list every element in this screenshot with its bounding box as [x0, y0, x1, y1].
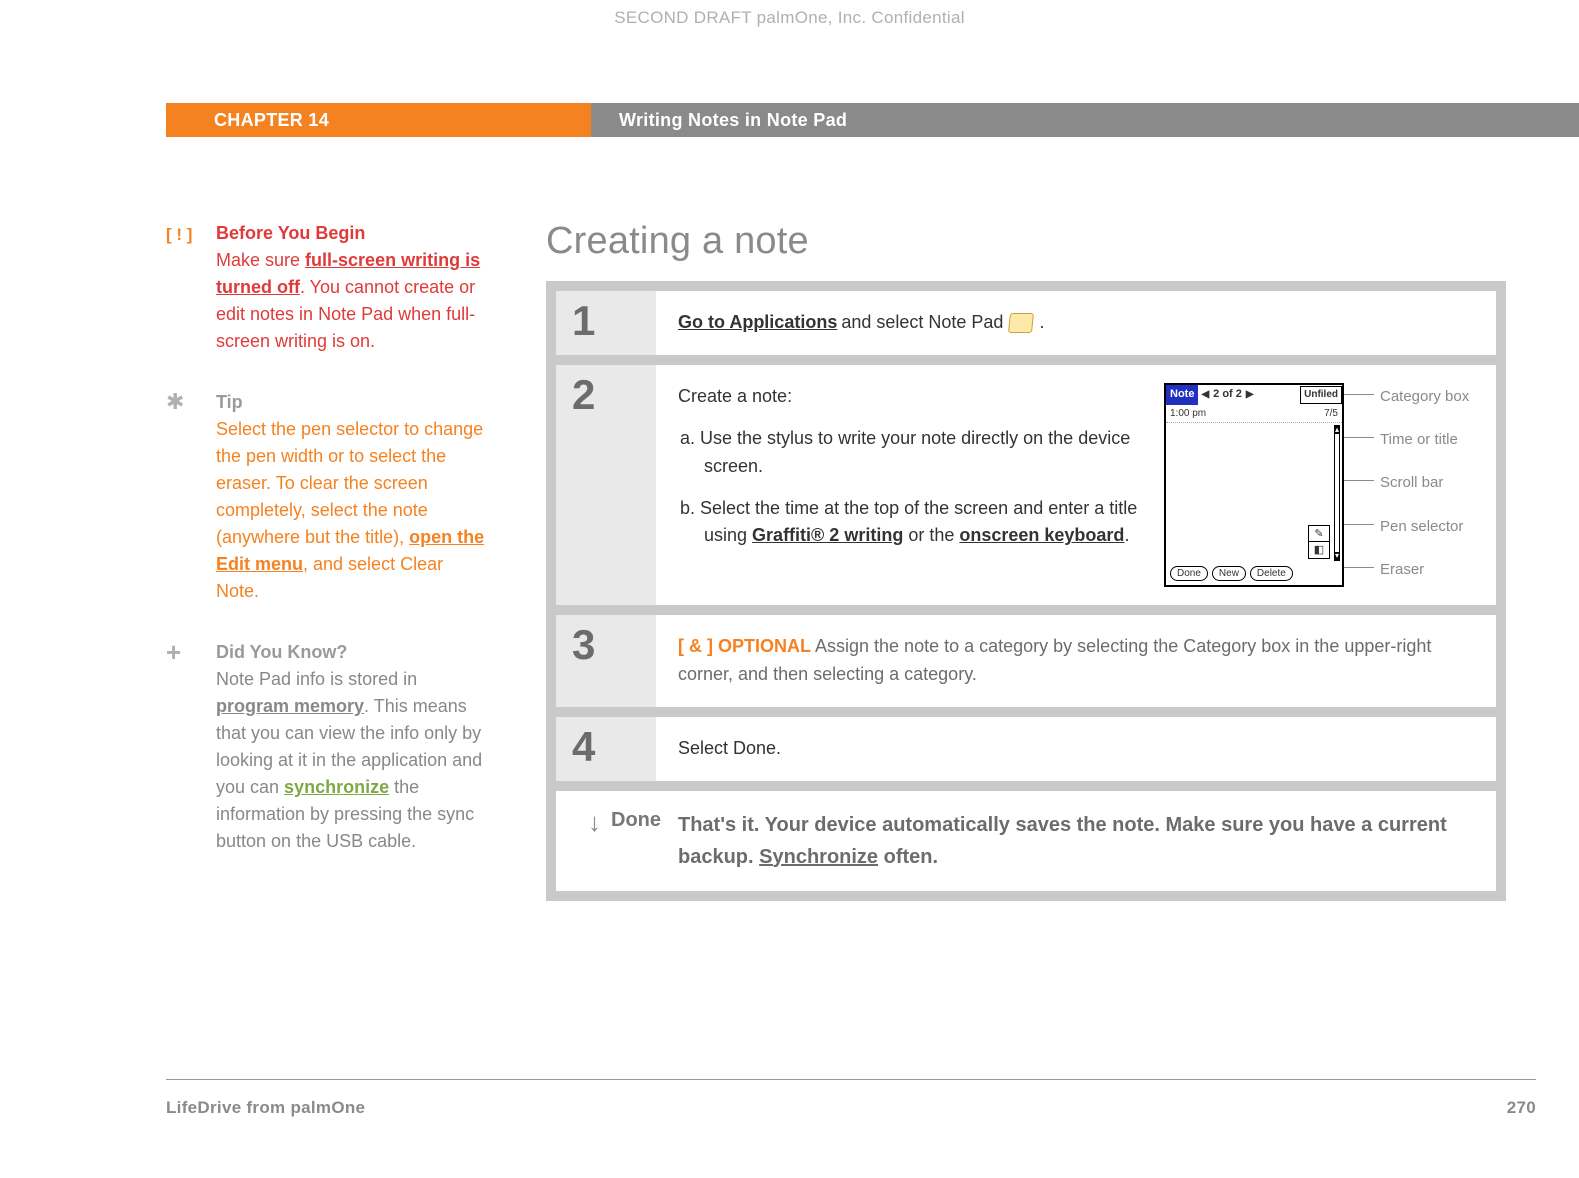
callout-category-box: Category box: [1358, 385, 1474, 408]
step1-text-a: and select Note Pad: [841, 309, 1003, 337]
alert-icon: [ ! ]: [166, 220, 216, 355]
dyk-title: Did You Know?: [216, 642, 347, 662]
step2-b-end: .: [1124, 525, 1129, 545]
device-prev-arrow-icon: ◀: [1201, 387, 1209, 403]
device-callouts: Category box Time or title Scroll bar Pe…: [1358, 383, 1474, 587]
done-label: Done: [611, 809, 661, 832]
chapter-title: Writing Notes in Note Pad: [591, 103, 1579, 137]
device-date: 7/5: [1324, 406, 1338, 422]
notepad-app-icon: [1008, 313, 1034, 333]
device-tool-palette: ✎ ◧: [1308, 525, 1330, 559]
page-footer: LifeDrive from palmOne 270: [166, 1098, 1536, 1118]
done-arrow-icon: ↓: [588, 809, 601, 835]
callout-eraser: Eraser: [1358, 558, 1474, 581]
link-go-to-applications[interactable]: Go to Applications: [678, 309, 837, 337]
step-number: 1: [556, 291, 656, 355]
before-you-begin-block: [ ! ] Before You Begin Make sure full-sc…: [166, 220, 491, 355]
header-pad: [0, 103, 166, 137]
step2-b-mid: or the: [903, 525, 959, 545]
tip-title: Tip: [216, 392, 243, 412]
link-onscreen-keyboard[interactable]: onscreen keyboard: [959, 525, 1124, 545]
done-t2: often.: [878, 846, 938, 868]
step-2: 2 Create a note: a. Use the stylus to wr…: [556, 365, 1496, 605]
footer-rule: [166, 1079, 1536, 1080]
section-title: Creating a note: [546, 220, 1536, 263]
main-content: Creating a note 1 Go to Applications and…: [546, 220, 1536, 901]
step-1: 1 Go to Applications and select Note Pad…: [556, 291, 1496, 355]
device-new-button: New: [1212, 566, 1246, 581]
before-you-begin-title: Before You Begin: [216, 223, 365, 243]
footer-product: LifeDrive from palmOne: [166, 1098, 365, 1118]
device-done-button: Done: [1170, 566, 1208, 581]
byb-text-pre: Make sure: [216, 250, 305, 270]
device-category-box: Unfiled: [1300, 386, 1342, 404]
link-synchronize-sidebar[interactable]: synchronize: [284, 777, 389, 797]
pen-selector-icon: ✎: [1309, 526, 1329, 542]
step2-lead: Create a note:: [678, 383, 1142, 411]
device-next-arrow-icon: ▶: [1246, 387, 1254, 403]
device-note-label: Note: [1166, 385, 1198, 405]
confidential-watermark: SECOND DRAFT palmOne, Inc. Confidential: [0, 8, 1579, 28]
device-counter: 2 of 2: [1211, 386, 1244, 403]
optional-tag: [ & ] OPTIONAL: [678, 636, 811, 656]
steps-container: 1 Go to Applications and select Note Pad…: [546, 281, 1506, 901]
callout-scroll-bar: Scroll bar: [1358, 471, 1474, 494]
dyk-t1: Note Pad info is stored in: [216, 669, 417, 689]
step4-text: Select Done.: [656, 717, 1496, 781]
tip-block: ✱ Tip Select the pen selector to change …: [166, 389, 491, 605]
scroll-up-icon: ▴: [1335, 426, 1339, 434]
scroll-down-icon: ▾: [1335, 552, 1339, 560]
star-icon: ✱: [166, 389, 216, 605]
link-synchronize-main[interactable]: Synchronize: [759, 846, 878, 868]
step-number: 3: [556, 615, 656, 707]
step-3: 3 [ & ] OPTIONAL Assign the note to a ca…: [556, 615, 1496, 707]
step-number: 2: [556, 365, 656, 605]
chapter-header: CHAPTER 14 Writing Notes in Note Pad: [0, 103, 1579, 137]
plus-icon: +: [166, 639, 216, 855]
step1-text-b: .: [1039, 309, 1044, 337]
chapter-label: CHAPTER 14: [166, 103, 591, 137]
sidebar: [ ! ] Before You Begin Make sure full-sc…: [166, 220, 546, 901]
step-number: 4: [556, 717, 656, 781]
step2-item-a: a. Use the stylus to write your note dir…: [678, 425, 1142, 481]
did-you-know-block: + Did You Know? Note Pad info is stored …: [166, 639, 491, 855]
link-program-memory[interactable]: program memory: [216, 696, 364, 716]
step-4: 4 Select Done.: [556, 717, 1496, 781]
eraser-icon: ◧: [1309, 542, 1329, 558]
footer-page-number: 270: [1507, 1098, 1536, 1118]
device-delete-button: Delete: [1250, 566, 1293, 581]
device-time: 1:00 pm: [1170, 406, 1206, 422]
device-scrollbar: ▴ ▾: [1334, 425, 1340, 561]
callout-pen-selector: Pen selector: [1358, 515, 1474, 538]
device-canvas: ▴ ▾ ✎ ◧: [1166, 423, 1342, 563]
done-row: ↓ Done That's it. Your device automatica…: [556, 791, 1496, 891]
callout-time-title: Time or title: [1358, 428, 1474, 451]
device-screenshot: Note ◀ 2 of 2 ▶ Unfiled: [1164, 383, 1344, 587]
link-graffiti2-writing[interactable]: Graffiti® 2 writing: [752, 525, 903, 545]
